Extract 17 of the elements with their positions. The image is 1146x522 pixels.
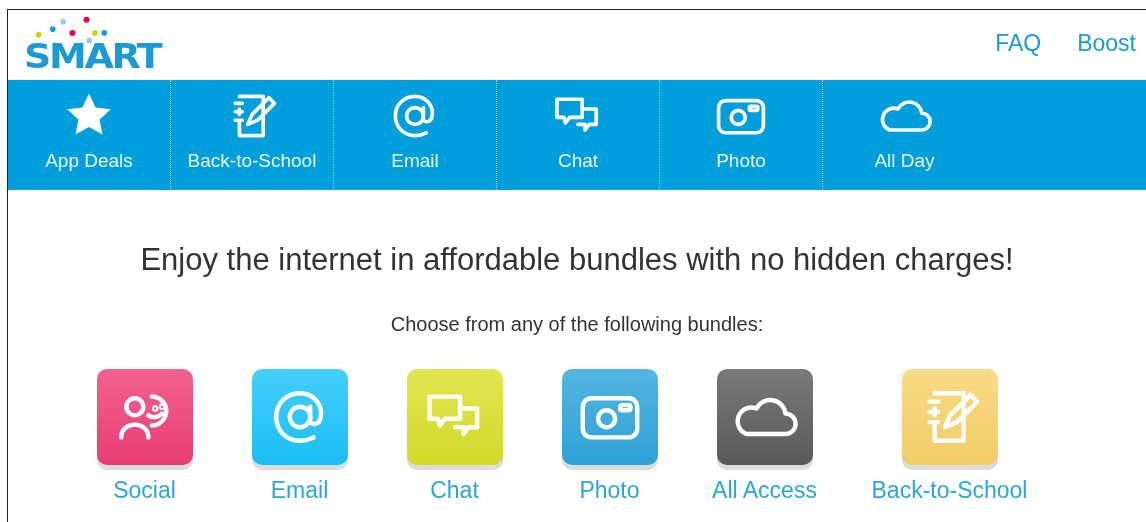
nav-item[interactable]: Chat — [497, 80, 660, 190]
bundle-link[interactable]: All Access — [712, 477, 817, 504]
bundle-link[interactable]: Chat — [430, 477, 479, 504]
nav-item[interactable]: Back-to-School — [171, 80, 334, 190]
bundle-link[interactable]: Email — [270, 477, 329, 504]
nav-item[interactable]: Email — [334, 80, 497, 190]
bundle-link[interactable]: Social — [113, 477, 176, 504]
nav-link[interactable]: Boost — [1077, 30, 1136, 57]
nav-item[interactable]: App Deals — [8, 80, 171, 190]
smart-logo[interactable]: SMART — [24, 16, 169, 72]
nav-item[interactable]: All Day — [823, 80, 986, 190]
subtitle: Choose from any of the following bundles: — [390, 313, 764, 336]
nav-item[interactable]: Photo — [660, 80, 823, 190]
nav-link[interactable]: FAQ — [995, 30, 1042, 57]
bundle-link[interactable]: Photo — [579, 477, 640, 504]
bundle-link[interactable]: Back-to-School — [871, 477, 1028, 504]
headline: Enjoy the internet in affordable bundles with no hidden charges! — [140, 242, 1014, 278]
